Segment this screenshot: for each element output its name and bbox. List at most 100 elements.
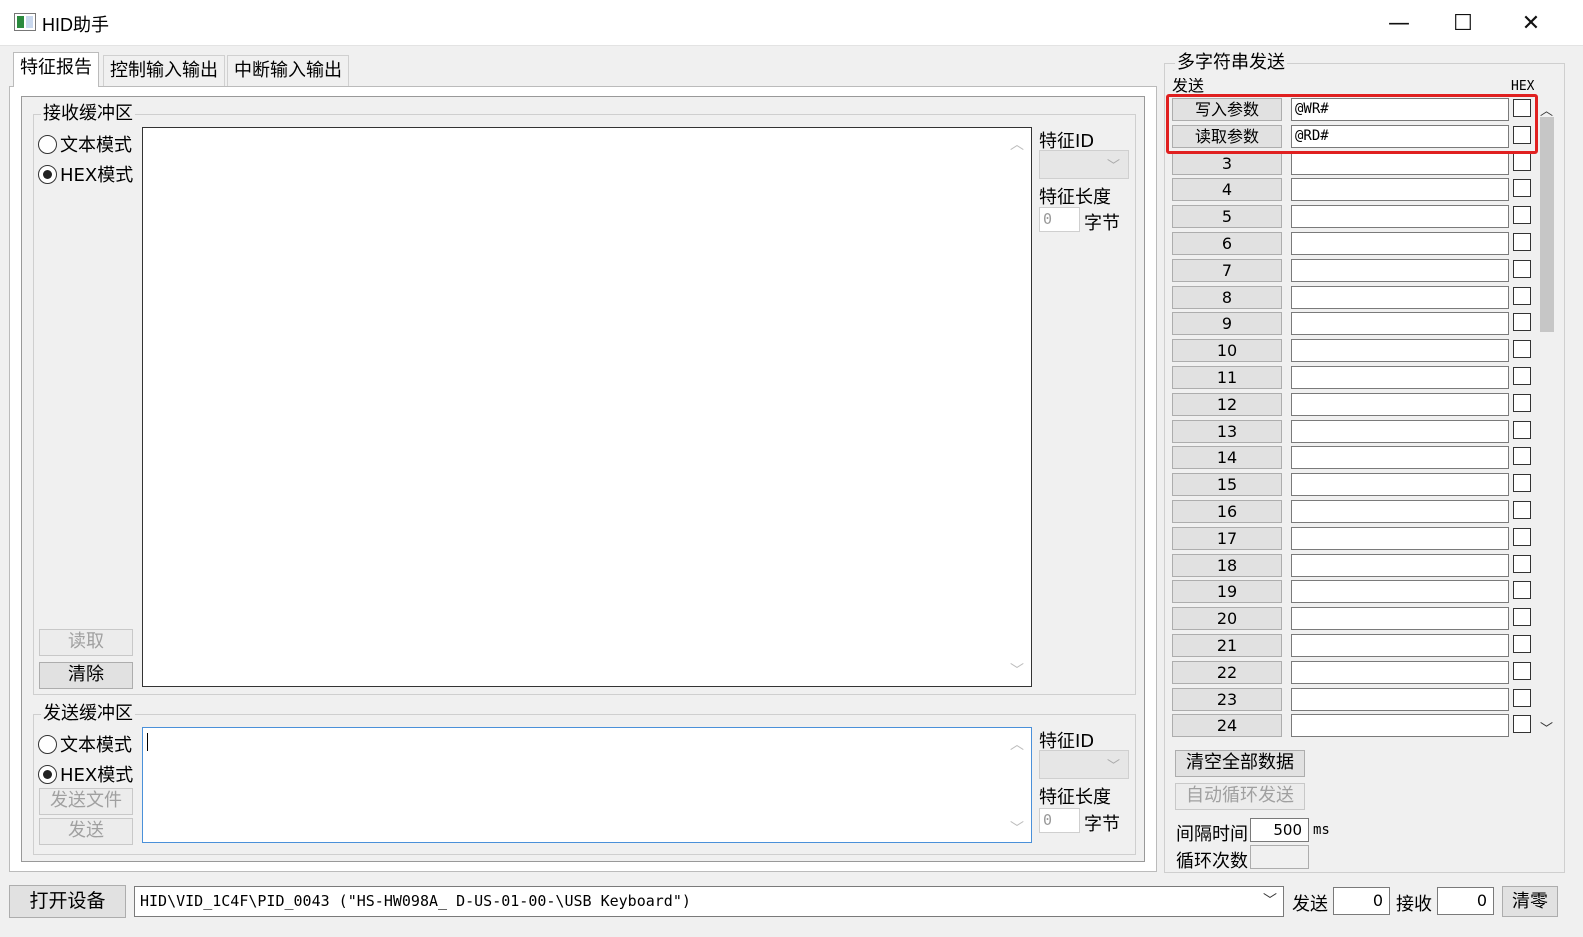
hex-checkbox[interactable] xyxy=(1513,99,1531,117)
hex-checkbox[interactable] xyxy=(1513,555,1531,573)
hex-checkbox[interactable] xyxy=(1513,447,1531,465)
send-row-input[interactable] xyxy=(1291,205,1509,228)
send-row-input[interactable] xyxy=(1291,661,1509,684)
hex-checkbox[interactable] xyxy=(1513,340,1531,358)
tab-interrupt-io[interactable]: 中断输入输出 xyxy=(227,55,349,86)
hex-checkbox[interactable] xyxy=(1513,689,1531,707)
send-feature-length-input[interactable]: 0 xyxy=(1039,808,1080,833)
send-row-button[interactable]: 15 xyxy=(1172,473,1282,496)
send-row-input[interactable]: @WR# xyxy=(1291,98,1509,121)
hex-checkbox[interactable] xyxy=(1513,635,1531,653)
send-row-button[interactable]: 20 xyxy=(1172,607,1282,630)
tab-control-io[interactable]: 控制输入输出 xyxy=(103,55,225,86)
send-row-input[interactable] xyxy=(1291,286,1509,309)
close-button[interactable]: ✕ xyxy=(1498,0,1564,46)
send-row-input[interactable] xyxy=(1291,259,1509,282)
receive-feature-id-select[interactable]: ﹀ xyxy=(1039,150,1129,179)
auto-loop-send-button[interactable]: 自动循环发送 xyxy=(1175,783,1305,810)
clear-zero-button[interactable]: 清零 xyxy=(1502,886,1558,917)
receive-hex-mode-radio[interactable]: HEX模式 xyxy=(38,161,133,187)
scroll-up-icon[interactable]: ︿ xyxy=(1009,134,1025,154)
interval-input[interactable]: 500 xyxy=(1250,818,1309,842)
send-row-input[interactable] xyxy=(1291,366,1509,389)
hex-checkbox[interactable] xyxy=(1513,260,1531,278)
hex-checkbox[interactable] xyxy=(1513,581,1531,599)
hex-checkbox[interactable] xyxy=(1513,313,1531,331)
hex-checkbox[interactable] xyxy=(1513,394,1531,412)
send-row-input[interactable] xyxy=(1291,714,1509,737)
hex-checkbox[interactable] xyxy=(1513,474,1531,492)
send-row-button[interactable]: 4 xyxy=(1172,178,1282,201)
send-button[interactable]: 发送 xyxy=(39,818,133,845)
hex-checkbox[interactable] xyxy=(1513,233,1531,251)
send-row-input[interactable] xyxy=(1291,554,1509,577)
send-row-button[interactable]: 19 xyxy=(1172,580,1282,603)
send-row-input[interactable] xyxy=(1291,500,1509,523)
tab-feature-report[interactable]: 特征报告 xyxy=(13,52,99,87)
send-row-input[interactable]: @RD# xyxy=(1291,125,1509,148)
minimize-button[interactable]: — xyxy=(1366,0,1432,46)
send-row-input[interactable] xyxy=(1291,580,1509,603)
hex-checkbox[interactable] xyxy=(1513,153,1531,171)
send-row-input[interactable] xyxy=(1291,152,1509,175)
send-hex-mode-radio[interactable]: HEX模式 xyxy=(38,761,133,787)
hex-checkbox[interactable] xyxy=(1513,421,1531,439)
hex-checkbox[interactable] xyxy=(1513,662,1531,680)
scroll-down-icon[interactable]: ﹀ xyxy=(1009,660,1025,680)
send-row-button[interactable]: 10 xyxy=(1172,339,1282,362)
send-row-input[interactable] xyxy=(1291,473,1509,496)
send-feature-id-select[interactable]: ﹀ xyxy=(1039,750,1129,779)
scroll-up-icon[interactable]: ︿ xyxy=(1009,734,1025,754)
send-row-input[interactable] xyxy=(1291,527,1509,550)
send-row-button[interactable]: 22 xyxy=(1172,661,1282,684)
receive-text-mode-radio[interactable]: 文本模式 xyxy=(38,131,132,157)
multi-string-scrollbar[interactable]: ︿ ﹀ xyxy=(1538,97,1556,740)
send-row-button[interactable]: 12 xyxy=(1172,393,1282,416)
send-row-button[interactable]: 9 xyxy=(1172,312,1282,335)
hex-checkbox[interactable] xyxy=(1513,715,1531,733)
scroll-down-icon[interactable]: ﹀ xyxy=(1009,818,1025,838)
send-row-input[interactable] xyxy=(1291,178,1509,201)
send-row-input[interactable] xyxy=(1291,232,1509,255)
send-row-button[interactable]: 13 xyxy=(1172,420,1282,443)
receive-feature-length-input[interactable]: 0 xyxy=(1039,207,1080,232)
send-row-input[interactable] xyxy=(1291,446,1509,469)
send-row-input[interactable] xyxy=(1291,420,1509,443)
send-row-button[interactable]: 18 xyxy=(1172,554,1282,577)
send-row-input[interactable] xyxy=(1291,339,1509,362)
send-row-button[interactable]: 21 xyxy=(1172,634,1282,657)
send-row-button[interactable]: 24 xyxy=(1172,714,1282,737)
send-row-button[interactable]: 6 xyxy=(1172,232,1282,255)
read-button[interactable]: 读取 xyxy=(39,629,133,656)
clear-button[interactable]: 清除 xyxy=(39,662,133,689)
maximize-button[interactable]: ☐ xyxy=(1430,0,1496,46)
send-row-button[interactable]: 写入参数 xyxy=(1172,98,1282,121)
hex-checkbox[interactable] xyxy=(1513,126,1531,144)
send-row-button[interactable]: 23 xyxy=(1172,688,1282,711)
send-file-button[interactable]: 发送文件 xyxy=(39,788,133,815)
send-row-button[interactable]: 3 xyxy=(1172,152,1282,175)
device-select[interactable]: HID\VID_1C4F\PID_0043 ("HS-HW098A_ D-US-… xyxy=(134,886,1284,917)
hex-checkbox[interactable] xyxy=(1513,179,1531,197)
send-row-input[interactable] xyxy=(1291,688,1509,711)
send-row-button[interactable]: 5 xyxy=(1172,205,1282,228)
send-row-input[interactable] xyxy=(1291,312,1509,335)
hex-checkbox[interactable] xyxy=(1513,528,1531,546)
send-row-input[interactable] xyxy=(1291,607,1509,630)
send-text-mode-radio[interactable]: 文本模式 xyxy=(38,731,132,757)
send-row-button[interactable]: 7 xyxy=(1172,259,1282,282)
scrollbar-thumb[interactable] xyxy=(1540,117,1554,332)
send-row-input[interactable] xyxy=(1291,634,1509,657)
hex-checkbox[interactable] xyxy=(1513,608,1531,626)
send-row-button[interactable]: 16 xyxy=(1172,500,1282,523)
scroll-down-icon[interactable]: ﹀ xyxy=(1540,718,1553,737)
send-row-input[interactable] xyxy=(1291,393,1509,416)
open-device-button[interactable]: 打开设备 xyxy=(9,885,126,918)
send-buffer-textarea[interactable]: ︿ ﹀ xyxy=(142,727,1032,843)
send-row-button[interactable]: 17 xyxy=(1172,527,1282,550)
hex-checkbox[interactable] xyxy=(1513,206,1531,224)
receive-buffer-textarea[interactable]: ︿ ﹀ xyxy=(142,127,1032,687)
send-row-button[interactable]: 14 xyxy=(1172,446,1282,469)
send-row-button[interactable]: 8 xyxy=(1172,286,1282,309)
hex-checkbox[interactable] xyxy=(1513,287,1531,305)
